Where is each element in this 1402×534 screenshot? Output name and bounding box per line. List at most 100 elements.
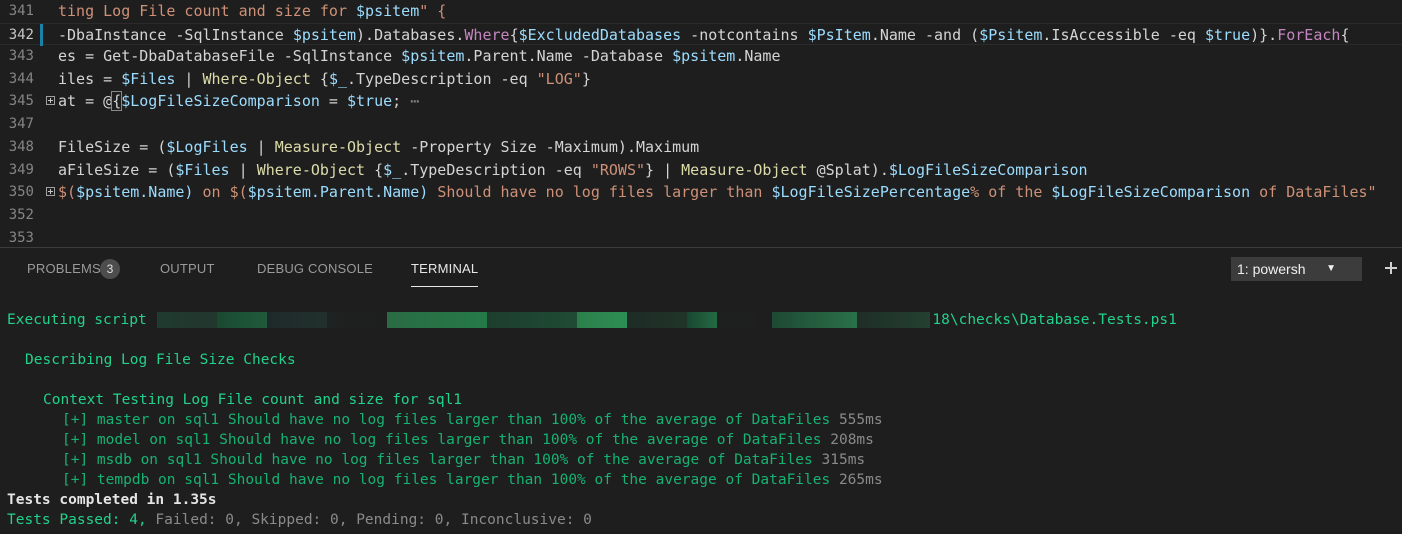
tab-problems[interactable]: PROBLEMS (27, 261, 101, 277)
line-number: 352 (8, 207, 34, 223)
code-token: $LogFileSizeComparison (888, 160, 1088, 179)
editor-line[interactable]: 348 FileSize = ($LogFiles | Measure-Objec… (0, 136, 1402, 158)
code-text: $($psitem.Name) on $($psitem.Parent.Name… (58, 181, 1377, 203)
code-token: ting Log File count and size for (58, 2, 357, 20)
code-token: of DataFiles" (1250, 183, 1377, 201)
code-token: on (202, 183, 230, 201)
plus-icon[interactable] (1382, 258, 1400, 278)
editor-line[interactable]: 343 es = Get-DbaDatabaseFile -SqlInstance… (0, 45, 1402, 67)
terminal-line-describing: Describing Log File Size Checks (25, 352, 296, 368)
vscode-window: 341 ting Log File count and size for $psi… (0, 0, 1402, 534)
tab-debug-console[interactable]: DEBUG CONSOLE (257, 261, 373, 277)
terminal-instance-select[interactable]: 1: powersh ▼ (1231, 257, 1362, 281)
code-token: Measure-Object (681, 160, 808, 179)
code-token: | (175, 69, 203, 88)
code-token: = (319, 92, 347, 110)
code-token: es = Get-DbaDatabaseFile -SqlInstance (58, 47, 402, 65)
code-editor[interactable]: 341 ting Log File count and size for $psi… (0, 0, 1402, 247)
code-token: iles = (58, 69, 122, 88)
code-text: iles = $Files | Where-Object {$_.TypeDes… (58, 68, 591, 90)
code-token: )}. (1250, 25, 1278, 44)
code-token: $PsItem (807, 25, 871, 44)
fold-expand-icon[interactable] (46, 96, 55, 105)
editor-line[interactable]: 350 $($psitem.Name) on $($psitem.Parent.N… (0, 181, 1402, 203)
line-number: 350 (8, 184, 34, 200)
editor-line[interactable]: 349 aFileSize = ($Files | Where-Object {$… (0, 159, 1402, 181)
line-number: 347 (8, 116, 34, 132)
tab-output[interactable]: OUTPUT (160, 261, 215, 277)
code-token: $psitem (292, 25, 357, 44)
bottom-panel: PROBLEMS 3 OUTPUT DEBUG CONSOLE TERMINAL… (0, 247, 1402, 534)
code-token: $LogFileSizeComparison (121, 92, 320, 110)
code-token: $psitem (356, 2, 420, 20)
code-token: $psitem (76, 183, 140, 201)
code-token: % of the (970, 183, 1052, 201)
terminal-line-test: [+] model on sql1 Should have no log fil… (62, 430, 874, 450)
redacted-path-block (157, 312, 931, 328)
code-token: $( (58, 183, 77, 201)
code-token: -DbaInstance -SqlInstance (58, 25, 293, 44)
code-token: $_ (383, 160, 402, 179)
terminal-output[interactable]: Executing script 18\checks\Database.Test… (0, 310, 1402, 534)
code-token: .IsAccessible -eq (1042, 25, 1205, 44)
editor-line[interactable]: 344 iles = $Files | Where-Object {$_.Type… (0, 68, 1402, 90)
editor-line[interactable]: 353 (0, 227, 1402, 248)
editor-line[interactable]: 345 at = @{$LogFileSizeComparison = $true… (0, 90, 1402, 112)
code-token: Where (464, 25, 510, 44)
git-modified-indicator (40, 23, 43, 46)
test-duration: 265ms (838, 472, 883, 488)
terminal-line-completed: Tests completed in 1.35s (7, 492, 217, 508)
panel-tab-bar: PROBLEMS 3 OUTPUT DEBUG CONSOLE TERMINAL… (0, 248, 1402, 292)
summary-passed: Tests Passed: 4, (7, 512, 147, 528)
code-token: $LogFiles (166, 138, 248, 156)
code-token: { (1340, 25, 1350, 44)
line-number: 345 (8, 93, 34, 109)
code-token: Where-Object (202, 69, 311, 88)
code-token: | (229, 160, 257, 179)
code-token: ).Databases. (356, 25, 465, 44)
code-token: $true (1204, 25, 1251, 44)
test-duration: 555ms (838, 412, 883, 428)
chevron-down-icon: ▼ (1326, 263, 1336, 274)
code-text: es = Get-DbaDatabaseFile -SqlInstance $p… (58, 45, 780, 67)
code-token: Measure-Object (274, 138, 402, 156)
code-token: } (581, 69, 591, 88)
editor-line[interactable]: 347 (0, 113, 1402, 135)
test-result-text: [+] msdb on sql1 Should have no log file… (62, 452, 813, 468)
code-text: ting Log File count and size for $psitem… (58, 0, 446, 22)
code-token: -Property Size -Maximum).Maximum (401, 138, 700, 156)
summary-rest: Failed: 0, Skipped: 0, Pending: 0, Incon… (146, 512, 592, 528)
code-token: $psitem (247, 183, 311, 201)
line-number: 348 (8, 139, 34, 155)
code-token: .Name (735, 47, 781, 65)
editor-line[interactable]: 352 (0, 204, 1402, 226)
terminal-line-test: [+] master on sql1 Should have no log fi… (62, 410, 883, 430)
code-token: Should have no log files larger than (437, 183, 772, 201)
code-token: } | (645, 160, 682, 179)
test-result-text: [+] master on sql1 Should have no log fi… (62, 412, 831, 428)
tab-terminal[interactable]: TERMINAL (411, 261, 479, 287)
code-token: FileSize = ( (58, 138, 167, 156)
code-token: $Psitem (979, 25, 1043, 44)
editor-line[interactable]: 342 -DbaInstance -SqlInstance $psitem).Da… (0, 22, 1402, 46)
code-token: Where-Object (256, 160, 366, 179)
editor-line[interactable]: 341 ting Log File count and size for $psi… (0, 0, 1402, 22)
code-token: $true (347, 92, 393, 110)
code-token: { (310, 69, 329, 88)
fold-expand-icon[interactable] (46, 187, 55, 196)
code-token: .TypeDescription -eq (347, 69, 537, 88)
code-text: -DbaInstance -SqlInstance $psitem).Datab… (58, 24, 1349, 46)
code-token: @Splat). (807, 160, 889, 179)
code-token: "LOG" (536, 69, 582, 88)
line-number: 349 (8, 161, 34, 178)
code-token: $LogFileSizePercentage (771, 183, 971, 201)
code-token: { (509, 25, 519, 44)
terminal-line-test: [+] msdb on sql1 Should have no log file… (62, 450, 865, 470)
terminal-line-test: [+] tempdb on sql1 Should have no log fi… (62, 470, 883, 490)
code-token: $LogFileSizeComparison (1051, 183, 1251, 201)
code-token: $_ (328, 69, 347, 88)
terminal-line-context: Context Testing Log File count and size … (43, 392, 463, 408)
line-number: 344 (8, 70, 34, 87)
code-token: " { (419, 2, 447, 20)
code-token: { (111, 91, 123, 111)
